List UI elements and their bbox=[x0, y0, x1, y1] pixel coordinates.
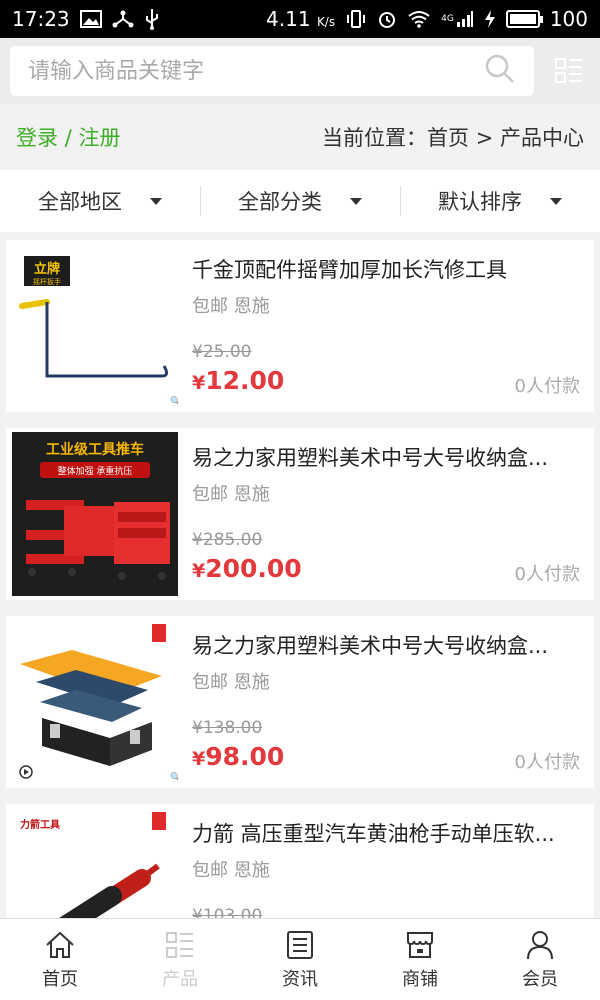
product-title[interactable]: 易之力家用塑料美术中号大号收纳盒... bbox=[192, 442, 582, 472]
nav-news[interactable]: 资讯 bbox=[240, 919, 360, 1000]
caret-down-icon bbox=[350, 197, 362, 205]
battery-level: 100 bbox=[549, 7, 588, 31]
login-link[interactable]: 登录 bbox=[16, 126, 58, 150]
nav-member[interactable]: 会员 bbox=[480, 919, 600, 1000]
product-sold: 0人付款 bbox=[514, 564, 580, 585]
product-tags: 包邮 恩施 bbox=[192, 484, 270, 505]
product-banner-sub: 整体加强 承重抗压 bbox=[58, 465, 133, 477]
network-speed: 4.11 K/s bbox=[266, 7, 336, 31]
product-info: 千金顶配件摇臂加厚加长汽修工具 包邮 恩施 ¥25.00 ¥12.00 0人付款 bbox=[178, 240, 596, 412]
status-bar: 17:23 4.11 K/s 4G 100 bbox=[0, 0, 600, 38]
filter-sort[interactable]: 默认排序 bbox=[400, 170, 600, 232]
filter-category-label: 全部分类 bbox=[238, 190, 322, 214]
location-bar: 登录 / 注册 当前位置：首页 > 产品中心 bbox=[0, 104, 600, 170]
nav-home[interactable]: 首页 bbox=[0, 919, 120, 1000]
shop-icon bbox=[407, 931, 433, 958]
search-header bbox=[0, 38, 600, 104]
nav-shop[interactable]: 商铺 bbox=[360, 919, 480, 1000]
product-info: 易之力家用塑料美术中号大号收纳盒... 包邮 恩施 ¥138.00 ¥98.00… bbox=[178, 616, 596, 788]
filter-region-label: 全部地区 bbox=[38, 190, 122, 214]
product-sold: 0人付款 bbox=[514, 376, 580, 397]
image-icon bbox=[79, 10, 102, 28]
list-menu-icon[interactable] bbox=[554, 56, 584, 86]
product-brand: 力箭工具 bbox=[20, 818, 60, 831]
login-separator: / bbox=[64, 126, 72, 150]
product-card[interactable]: 🔍 易之力家用塑料美术中号大号收纳盒... 包邮 恩施 ¥138.00 ¥98.… bbox=[6, 616, 594, 788]
grid-list-icon bbox=[166, 931, 193, 958]
caret-down-icon bbox=[550, 197, 562, 205]
bottom-nav: 首页 产品 资讯 商铺 会员 bbox=[0, 918, 600, 1000]
product-card[interactable]: 工业级工具推车 整体加强 承重抗压 易之力家用塑料美术中号大号收纳盒... 包邮… bbox=[6, 428, 594, 600]
news-icon bbox=[287, 930, 313, 959]
charging-icon bbox=[484, 9, 496, 29]
usb-icon bbox=[144, 8, 160, 30]
product-title[interactable]: 易之力家用塑料美术中号大号收纳盒... bbox=[192, 630, 582, 660]
product-tags: 包邮 恩施 bbox=[192, 672, 270, 693]
signal-icon: 4G bbox=[441, 10, 474, 28]
product-list: 立牌 摇杆扳手 🔍 千金顶配件摇臂加厚加长汽修工具 包邮 恩施 ¥25.00 ¥… bbox=[6, 240, 594, 992]
product-image[interactable]: 🔍 bbox=[12, 620, 178, 784]
product-image[interactable]: 立牌 摇杆扳手 🔍 bbox=[12, 244, 178, 408]
product-old-price: ¥138.00 bbox=[192, 718, 263, 738]
nav-news-label: 资讯 bbox=[282, 968, 318, 990]
register-link[interactable]: 注册 bbox=[78, 126, 120, 150]
search-box bbox=[10, 46, 534, 96]
home-icon bbox=[46, 931, 74, 958]
nav-products[interactable]: 产品 bbox=[120, 919, 240, 1000]
search-icon[interactable] bbox=[484, 53, 516, 89]
search-input[interactable] bbox=[28, 58, 484, 84]
breadcrumb: 当前位置：首页 > 产品中心 bbox=[322, 126, 584, 150]
nav-products-label: 产品 bbox=[162, 968, 198, 990]
product-brand-sub: 摇杆扳手 bbox=[33, 277, 61, 286]
product-tags: 包邮 恩施 bbox=[192, 860, 270, 881]
user-icon bbox=[527, 930, 553, 959]
share-icon bbox=[112, 9, 134, 29]
product-banner: 工业级工具推车 bbox=[46, 441, 144, 458]
caret-down-icon bbox=[150, 197, 162, 205]
svg-text:🔍: 🔍 bbox=[170, 395, 178, 407]
filter-bar: 全部地区 全部分类 默认排序 bbox=[0, 170, 600, 232]
product-title[interactable]: 力箭 高压重型汽车黄油枪手动单压软... bbox=[192, 818, 582, 848]
wifi-icon bbox=[407, 10, 431, 28]
filter-sort-label: 默认排序 bbox=[438, 190, 522, 214]
status-time: 17:23 bbox=[12, 7, 70, 31]
svg-text:🔍: 🔍 bbox=[170, 771, 178, 783]
filter-region[interactable]: 全部地区 bbox=[0, 170, 200, 232]
filter-category[interactable]: 全部分类 bbox=[200, 170, 400, 232]
product-tags: 包邮 恩施 bbox=[192, 296, 270, 317]
login-register: 登录 / 注册 bbox=[16, 122, 120, 152]
nav-home-label: 首页 bbox=[42, 968, 78, 990]
nav-shop-label: 商铺 bbox=[402, 968, 438, 990]
product-brand: 立牌 bbox=[34, 261, 60, 277]
product-card[interactable]: 立牌 摇杆扳手 🔍 千金顶配件摇臂加厚加长汽修工具 包邮 恩施 ¥25.00 ¥… bbox=[6, 240, 594, 412]
product-old-price: ¥25.00 bbox=[192, 342, 252, 362]
vibrate-icon bbox=[345, 9, 367, 29]
product-old-price: ¥285.00 bbox=[192, 530, 263, 550]
product-title[interactable]: 千金顶配件摇臂加厚加长汽修工具 bbox=[192, 254, 582, 284]
alarm-icon bbox=[377, 9, 397, 29]
product-image[interactable]: 工业级工具推车 整体加强 承重抗压 bbox=[12, 432, 178, 596]
nav-member-label: 会员 bbox=[522, 968, 558, 990]
battery-icon bbox=[505, 10, 543, 28]
product-sold: 0人付款 bbox=[514, 752, 580, 773]
product-info: 易之力家用塑料美术中号大号收纳盒... 包邮 恩施 ¥285.00 ¥200.0… bbox=[178, 428, 596, 600]
